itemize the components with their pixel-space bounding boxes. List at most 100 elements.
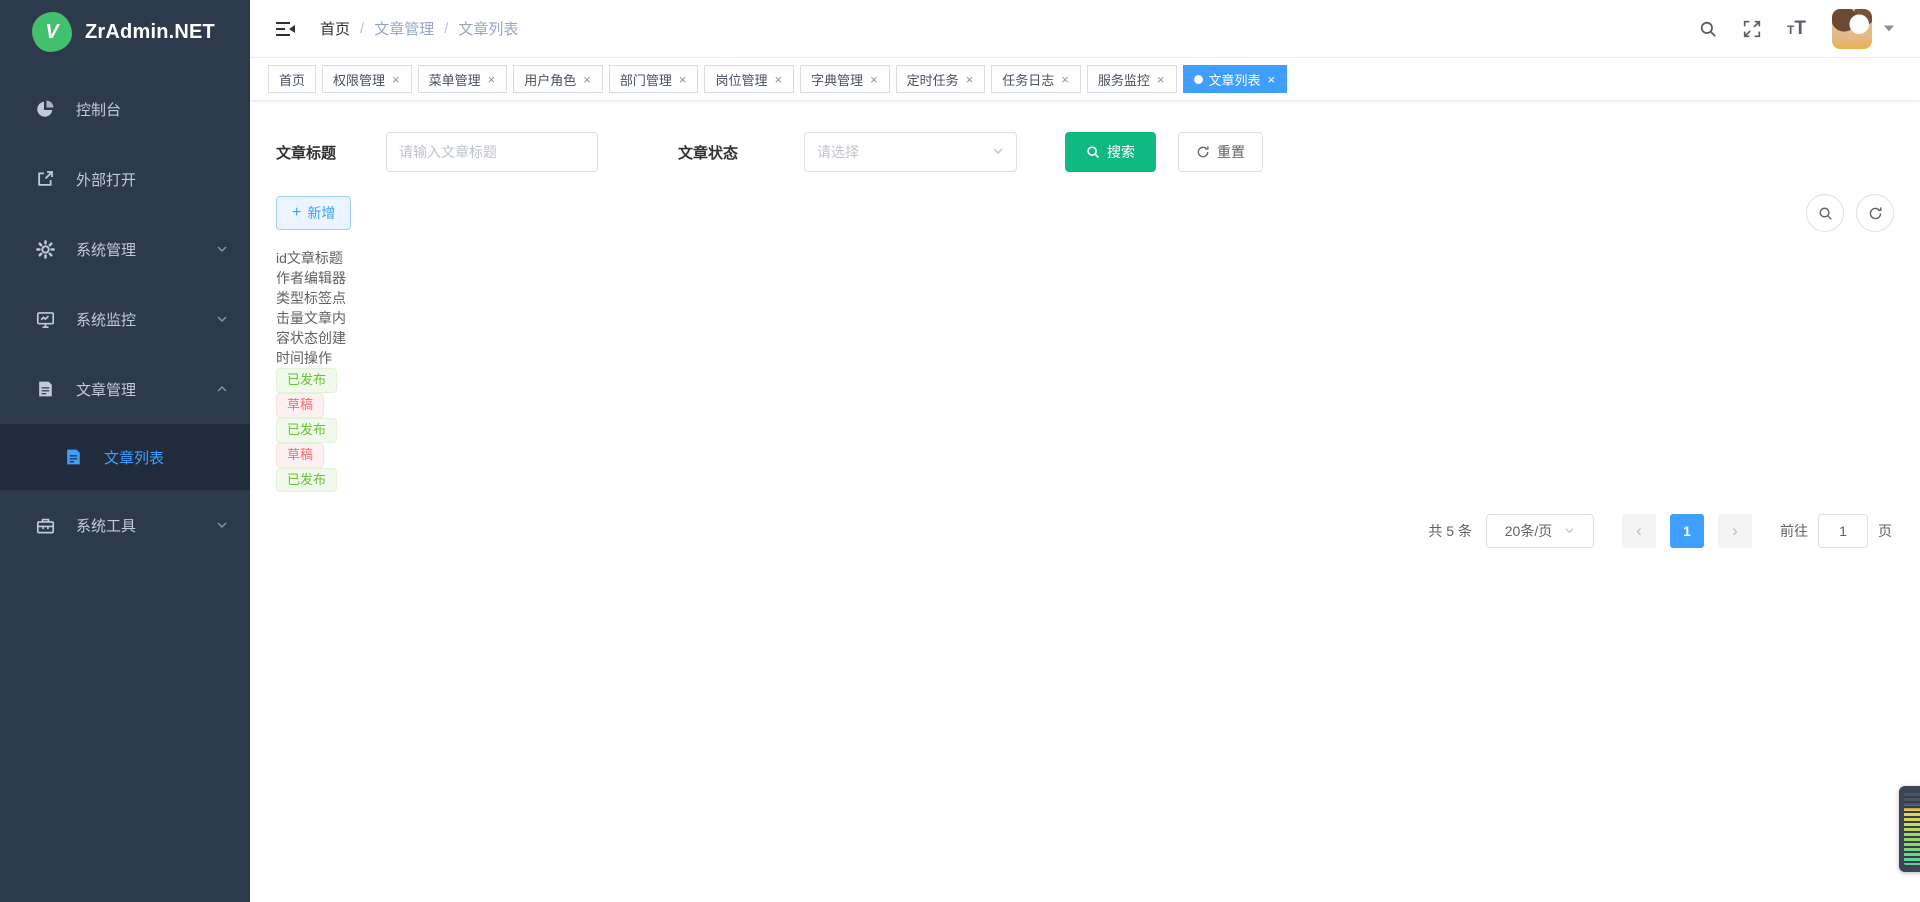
- close-icon[interactable]: ×: [1060, 73, 1070, 86]
- sidebar-item[interactable]: 文章管理: [0, 354, 250, 424]
- dashboard-icon: [34, 99, 56, 119]
- status-badge: 草稿: [276, 443, 324, 468]
- main-area: 首页 / 文章管理 / 文章列表 TT 首页权限管理×菜: [250, 0, 1920, 902]
- tab-3[interactable]: 用户角色×: [513, 65, 603, 93]
- chevron-down-icon: [992, 144, 1004, 160]
- search-icon: [1086, 145, 1100, 159]
- add-button[interactable]: + 新增: [276, 196, 351, 230]
- top-navbar: 首页 / 文章管理 / 文章列表 TT: [250, 0, 1920, 58]
- close-icon[interactable]: ×: [582, 73, 592, 86]
- select-placeholder: 请选择: [817, 142, 859, 162]
- search-icon: [1818, 206, 1833, 221]
- prev-page-button[interactable]: ‹: [1622, 514, 1656, 548]
- tab-9[interactable]: 服务监控×: [1087, 65, 1177, 93]
- goto-page: 前往 页: [1780, 514, 1892, 548]
- breadcrumb-parent: 文章管理: [374, 18, 434, 39]
- color-meter-widget: [1899, 786, 1920, 872]
- color-meter-bars: [1904, 793, 1920, 865]
- close-icon[interactable]: ×: [965, 73, 975, 86]
- reset-button[interactable]: 重置: [1178, 132, 1263, 172]
- toolbox-icon: [34, 516, 56, 535]
- status-badge: 已发布: [276, 418, 337, 443]
- tab-0[interactable]: 首页: [268, 65, 316, 93]
- article-status-label: 文章状态: [678, 142, 738, 163]
- sidebar-item[interactable]: 系统工具: [0, 490, 250, 560]
- close-icon[interactable]: ×: [1267, 73, 1277, 86]
- caret-down-icon[interactable]: [1884, 25, 1894, 32]
- user-avatar[interactable]: [1832, 9, 1872, 49]
- refresh-icon: [1868, 206, 1883, 221]
- page-number-1[interactable]: 1: [1670, 514, 1704, 548]
- breadcrumb-current: 文章列表: [458, 18, 518, 39]
- show-search-button[interactable]: [1806, 194, 1844, 232]
- tab-2[interactable]: 菜单管理×: [418, 65, 508, 93]
- sidebar-submenu: 文章列表: [0, 424, 250, 490]
- sidebar-item[interactable]: 系统监控: [0, 284, 250, 354]
- app-root: V ZrAdmin.NET 控制台外部打开系统管理系统监控文章管理文章列表系统工…: [0, 0, 1920, 902]
- app-logo[interactable]: V ZrAdmin.NET: [0, 0, 250, 64]
- breadcrumb-separator: /: [444, 20, 448, 37]
- table-tools: [1806, 194, 1894, 232]
- pagination: 共 5 条 20条/页 ‹ 1 › 前往 页: [278, 514, 1892, 548]
- table-toolbar: + 新增: [276, 194, 1894, 232]
- gear-icon: [34, 240, 56, 259]
- sidebar-item[interactable]: 系统管理: [0, 214, 250, 284]
- sidebar-item[interactable]: 外部打开: [0, 144, 250, 214]
- search-button[interactable]: 搜索: [1065, 132, 1156, 172]
- table-header-row: id文章标题作者编辑器类型标签点击量文章内容状态创建时间操作: [276, 248, 1894, 368]
- article-title-input[interactable]: [386, 132, 598, 172]
- close-icon[interactable]: ×: [391, 73, 401, 86]
- external-link-icon: [34, 170, 56, 188]
- page-suffix: 页: [1878, 521, 1892, 541]
- breadcrumb: 首页 / 文章管理 / 文章列表: [320, 18, 518, 39]
- article-title-label: 文章标题: [276, 142, 336, 163]
- page-content: 文章标题 文章状态 请选择 搜索 重置: [250, 100, 1920, 902]
- breadcrumb-home[interactable]: 首页: [320, 18, 350, 39]
- tab-8[interactable]: 任务日志×: [991, 65, 1081, 93]
- tab-7[interactable]: 定时任务×: [896, 65, 986, 93]
- tab-4[interactable]: 部门管理×: [609, 65, 699, 93]
- active-tab-dot: [1194, 75, 1203, 84]
- chevron-down-icon: [216, 313, 228, 325]
- goto-label: 前往: [1780, 521, 1808, 541]
- refresh-table-button[interactable]: [1856, 194, 1894, 232]
- tags-view-bar: 首页权限管理×菜单管理×用户角色×部门管理×岗位管理×字典管理×定时任务×任务日…: [250, 58, 1920, 100]
- document-icon: [34, 380, 56, 398]
- close-icon[interactable]: ×: [678, 73, 688, 86]
- sidebar-subitem[interactable]: 文章列表: [0, 424, 250, 490]
- sidebar-item[interactable]: 控制台: [0, 74, 250, 144]
- tab-6[interactable]: 字典管理×: [800, 65, 890, 93]
- font-size-icon[interactable]: TT: [1787, 18, 1806, 40]
- chevron-down-icon: [216, 243, 228, 255]
- app-title: ZrAdmin.NET: [85, 21, 215, 44]
- chevron-down-icon: [216, 519, 228, 531]
- sidebar: V ZrAdmin.NET 控制台外部打开系统管理系统监控文章管理文章列表系统工…: [0, 0, 250, 902]
- fullscreen-icon[interactable]: [1743, 20, 1761, 38]
- sidebar-menu: 控制台外部打开系统管理系统监控文章管理文章列表系统工具: [0, 74, 250, 560]
- tab-10[interactable]: 文章列表×: [1183, 65, 1288, 93]
- sidebar-collapse-icon[interactable]: [276, 20, 296, 38]
- page-size-select[interactable]: 20条/页: [1486, 514, 1594, 548]
- tab-5[interactable]: 岗位管理×: [704, 65, 794, 93]
- plus-icon: +: [292, 205, 301, 221]
- close-icon[interactable]: ×: [869, 73, 879, 86]
- breadcrumb-separator: /: [360, 20, 364, 37]
- filter-form: 文章标题 文章状态 请选择 搜索 重置: [276, 132, 1894, 172]
- navbar-actions: TT: [1699, 9, 1894, 49]
- next-page-button[interactable]: ›: [1718, 514, 1752, 548]
- close-icon[interactable]: ×: [1156, 73, 1166, 86]
- document-icon: [62, 448, 84, 466]
- close-icon[interactable]: ×: [773, 73, 783, 86]
- close-icon[interactable]: ×: [487, 73, 497, 86]
- chevron-down-icon: [1564, 523, 1575, 539]
- status-badge: 已发布: [276, 468, 337, 493]
- table-body: 已发布草稿已发布草稿已发布: [276, 368, 1894, 492]
- search-icon[interactable]: [1699, 20, 1717, 38]
- tab-1[interactable]: 权限管理×: [322, 65, 412, 93]
- monitor-icon: [34, 310, 56, 329]
- goto-page-input[interactable]: [1818, 514, 1868, 548]
- status-badge: 已发布: [276, 368, 337, 393]
- article-status-select[interactable]: 请选择: [804, 132, 1017, 172]
- logo-mark-icon: V: [32, 12, 72, 52]
- articles-table: id文章标题作者编辑器类型标签点击量文章内容状态创建时间操作 已发布草稿已发布草…: [276, 248, 1894, 492]
